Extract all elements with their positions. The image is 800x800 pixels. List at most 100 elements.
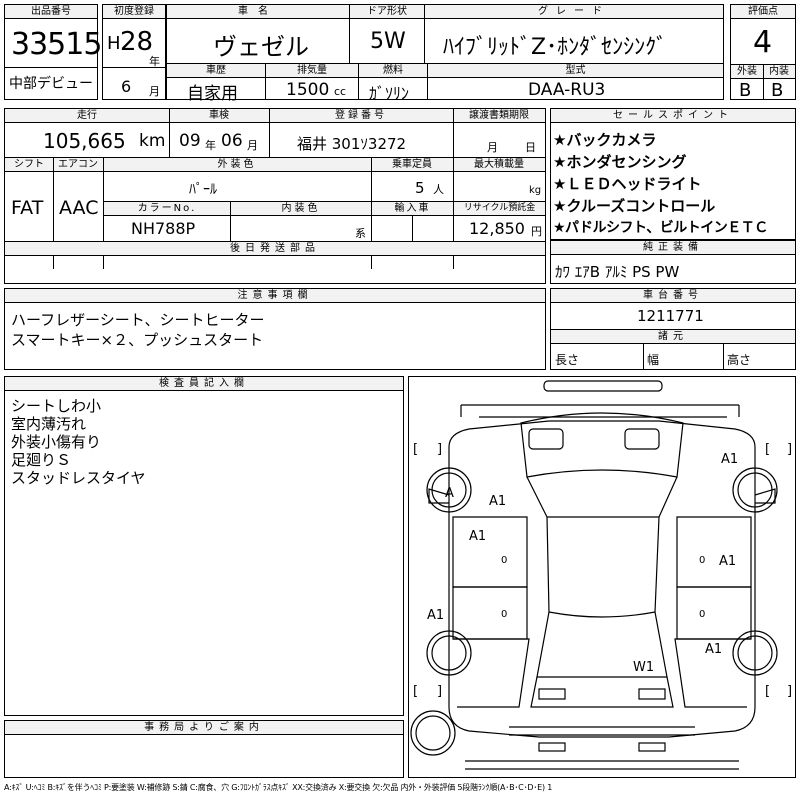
equipment-label: 純正装備 xyxy=(551,241,795,255)
mark-right-front-glass: 0 xyxy=(699,555,705,566)
interior-score: B xyxy=(771,80,784,101)
sales-point-3: ★ＬＥＤヘッドライト xyxy=(553,175,702,193)
bracket-close-rear-right: ] xyxy=(787,684,792,699)
doc-deadline-label: 譲渡書類期限 xyxy=(453,109,545,123)
door-label: ドア形状 xyxy=(350,5,424,19)
bracket-close-front-right: ] xyxy=(787,442,792,457)
bracket-close-front-left: ] xyxy=(437,442,442,457)
bracket-close-rear-left: ] xyxy=(437,684,442,699)
shift: FAT xyxy=(11,197,44,219)
history-label: 車歴 xyxy=(167,64,265,78)
ac-label: エアコン xyxy=(53,158,103,172)
displacement: 1500 xyxy=(286,80,330,100)
car-name-box: 車名 ヴェゼル xyxy=(166,4,350,64)
length-label: 長さ xyxy=(555,353,580,367)
vehicle-info-box: 走行 車検 登録番号 譲渡書類期限 105,665 km 09 年 06 月 福… xyxy=(4,108,546,284)
bracket-open-front-left: [ xyxy=(413,442,418,457)
grade-label: グレード xyxy=(425,5,723,19)
displacement-box: 排気量 1500 cc xyxy=(265,63,359,100)
notes-box: 注意事項欄 ハーフレザーシート、シートヒーター スマートキー×２、プッシュスター… xyxy=(4,288,546,370)
chassis-box: 車台番号 1211771 諸元 長さ 幅 高さ xyxy=(550,288,796,370)
width-label: 幅 xyxy=(647,353,660,367)
mark-left-rear-glass: 0 xyxy=(501,609,507,620)
first-reg-box: 初度登録 H 28 年 6 月 xyxy=(102,4,166,100)
equipment-value: ｶﾜ ｴｱB ｱﾙﾐ PS PW xyxy=(555,263,680,281)
mark-front-right-corner: A1 xyxy=(721,452,738,467)
fuel: ｶﾞｿﾘﾝ xyxy=(369,84,410,103)
interior-label: 内装 xyxy=(763,65,795,79)
legend: A:ｷｽﾞ U:ﾍｺﾐ B:ｷｽﾞを伴うﾍｺﾐ P:要塗装 W:補修跡 S:錆 … xyxy=(4,783,553,792)
grade-box: グレード ﾊｲﾌﾞﾘｯﾄﾞZ･ﾎﾝﾀﾞｾﾝｼﾝｸﾞ xyxy=(424,4,724,64)
model-box: 型式 DAA-RU3 xyxy=(427,63,724,100)
lot-number-label: 出品番号 xyxy=(5,5,97,19)
score-box: 評価点 4 外装 内装 B B xyxy=(730,4,796,101)
reg-month: 6 xyxy=(121,77,132,96)
mileage-label: 走行 xyxy=(5,109,169,123)
max-load-label: 最大積載量 xyxy=(453,158,545,172)
mark-left-rear-wheel: A1 xyxy=(427,608,444,623)
model: DAA-RU3 xyxy=(528,80,606,100)
sales-point-5: ★パドルシフト、ビルトインＥＴＣ xyxy=(553,220,768,236)
notes-line-1: ハーフレザーシート、シートヒーター xyxy=(11,311,265,329)
insp-month-unit: 月 xyxy=(247,139,258,152)
capacity-label: 乗車定員 xyxy=(371,158,453,172)
mark-left-front-door: A1 xyxy=(469,529,486,544)
notes-label: 注意事項欄 xyxy=(5,289,545,303)
grade: ﾊｲﾌﾞﾘｯﾄﾞZ･ﾎﾝﾀﾞｾﾝｼﾝｸﾞ xyxy=(443,35,668,60)
displacement-unit: cc xyxy=(334,85,347,98)
ext-color-label: 外装色 xyxy=(103,158,371,172)
mark-right-rear-glass: 0 xyxy=(699,609,705,620)
max-load-unit: kg xyxy=(529,185,542,196)
lot-number-box: 出品番号 33515 中部デビュー xyxy=(4,4,102,100)
score-label: 評価点 xyxy=(731,5,795,19)
shift-label: シフト xyxy=(5,158,53,172)
mark-right-front-door: A1 xyxy=(719,554,736,569)
inspector-label: 検査員記入欄 xyxy=(5,377,403,391)
import-label: 輸入車 xyxy=(372,202,453,216)
mark-left-front-glass: 0 xyxy=(501,555,507,566)
recycle-unit: 円 xyxy=(531,225,542,238)
exterior-label: 外装 xyxy=(731,65,763,79)
first-reg-label: 初度登録 xyxy=(103,5,165,19)
color-no: NH788P xyxy=(131,219,196,238)
inspection-label: 車検 xyxy=(169,109,269,123)
fuel-label: 燃料 xyxy=(359,64,427,78)
later-parts-label: 後日発送部品 xyxy=(5,242,545,256)
recycle-label: リサイクル預託金 xyxy=(454,202,545,216)
bracket-open-rear-right: [ xyxy=(765,684,770,699)
sales-point-4: ★クルーズコントロール xyxy=(553,197,716,215)
bracket-open-front-right: [ xyxy=(765,442,770,457)
insp-year: 09 xyxy=(179,131,201,151)
spec-label: 諸元 xyxy=(551,330,795,344)
reg-no-label: 登録番号 xyxy=(269,109,453,123)
lot-number: 33515 xyxy=(11,27,102,62)
mileage: 105,665 xyxy=(43,129,126,153)
chassis-label: 車台番号 xyxy=(551,289,795,303)
doc-day-unit: 日 xyxy=(525,141,536,154)
ac: AAC xyxy=(59,197,99,219)
sales-points-box: セールスポイント ★バックカメラ ★ホンダセンシング ★ＬＥＤヘッドライト ★ク… xyxy=(550,108,796,240)
history-box: 車歴 自家用 xyxy=(166,63,266,104)
door-box: ドア形状 5W xyxy=(349,4,425,64)
recycle: 12,850 xyxy=(469,219,525,238)
insp-month: 06 xyxy=(221,131,243,151)
inspector-box: 検査員記入欄 シートしわ小 室内薄汚れ 外装小傷有り 足廻りＳ スタッドレスタイ… xyxy=(4,376,404,716)
car-name: ヴェゼル xyxy=(213,33,309,61)
car-diagram-box: [ ] [ ] [ ] [ ] A A1 A1 A1 A1 A1 A1 W1 0… xyxy=(408,376,796,778)
displacement-label: 排気量 xyxy=(266,64,358,78)
door: 5W xyxy=(370,29,406,54)
office-label: 事務局よりご案内 xyxy=(5,721,403,735)
insp-year-unit: 年 xyxy=(205,139,216,152)
mark-right-rear-quarter: A1 xyxy=(705,642,722,657)
notes-line-2: スマートキー×２、プッシュスタート xyxy=(11,331,264,349)
height-label: 高さ xyxy=(727,353,752,367)
doc-month-unit: 月 xyxy=(487,141,498,154)
capacity-unit: 人 xyxy=(433,183,444,196)
bracket-open-rear-left: [ xyxy=(413,684,418,699)
capacity: 5 xyxy=(415,179,425,197)
sales-point-1: ★バックカメラ xyxy=(553,131,657,149)
office-box: 事務局よりご案内 xyxy=(4,720,404,778)
equipment-box: 純正装備 ｶﾜ ｴｱB ｱﾙﾐ PS PW xyxy=(550,240,796,284)
month-unit: 月 xyxy=(149,85,160,98)
model-label: 型式 xyxy=(428,64,723,78)
